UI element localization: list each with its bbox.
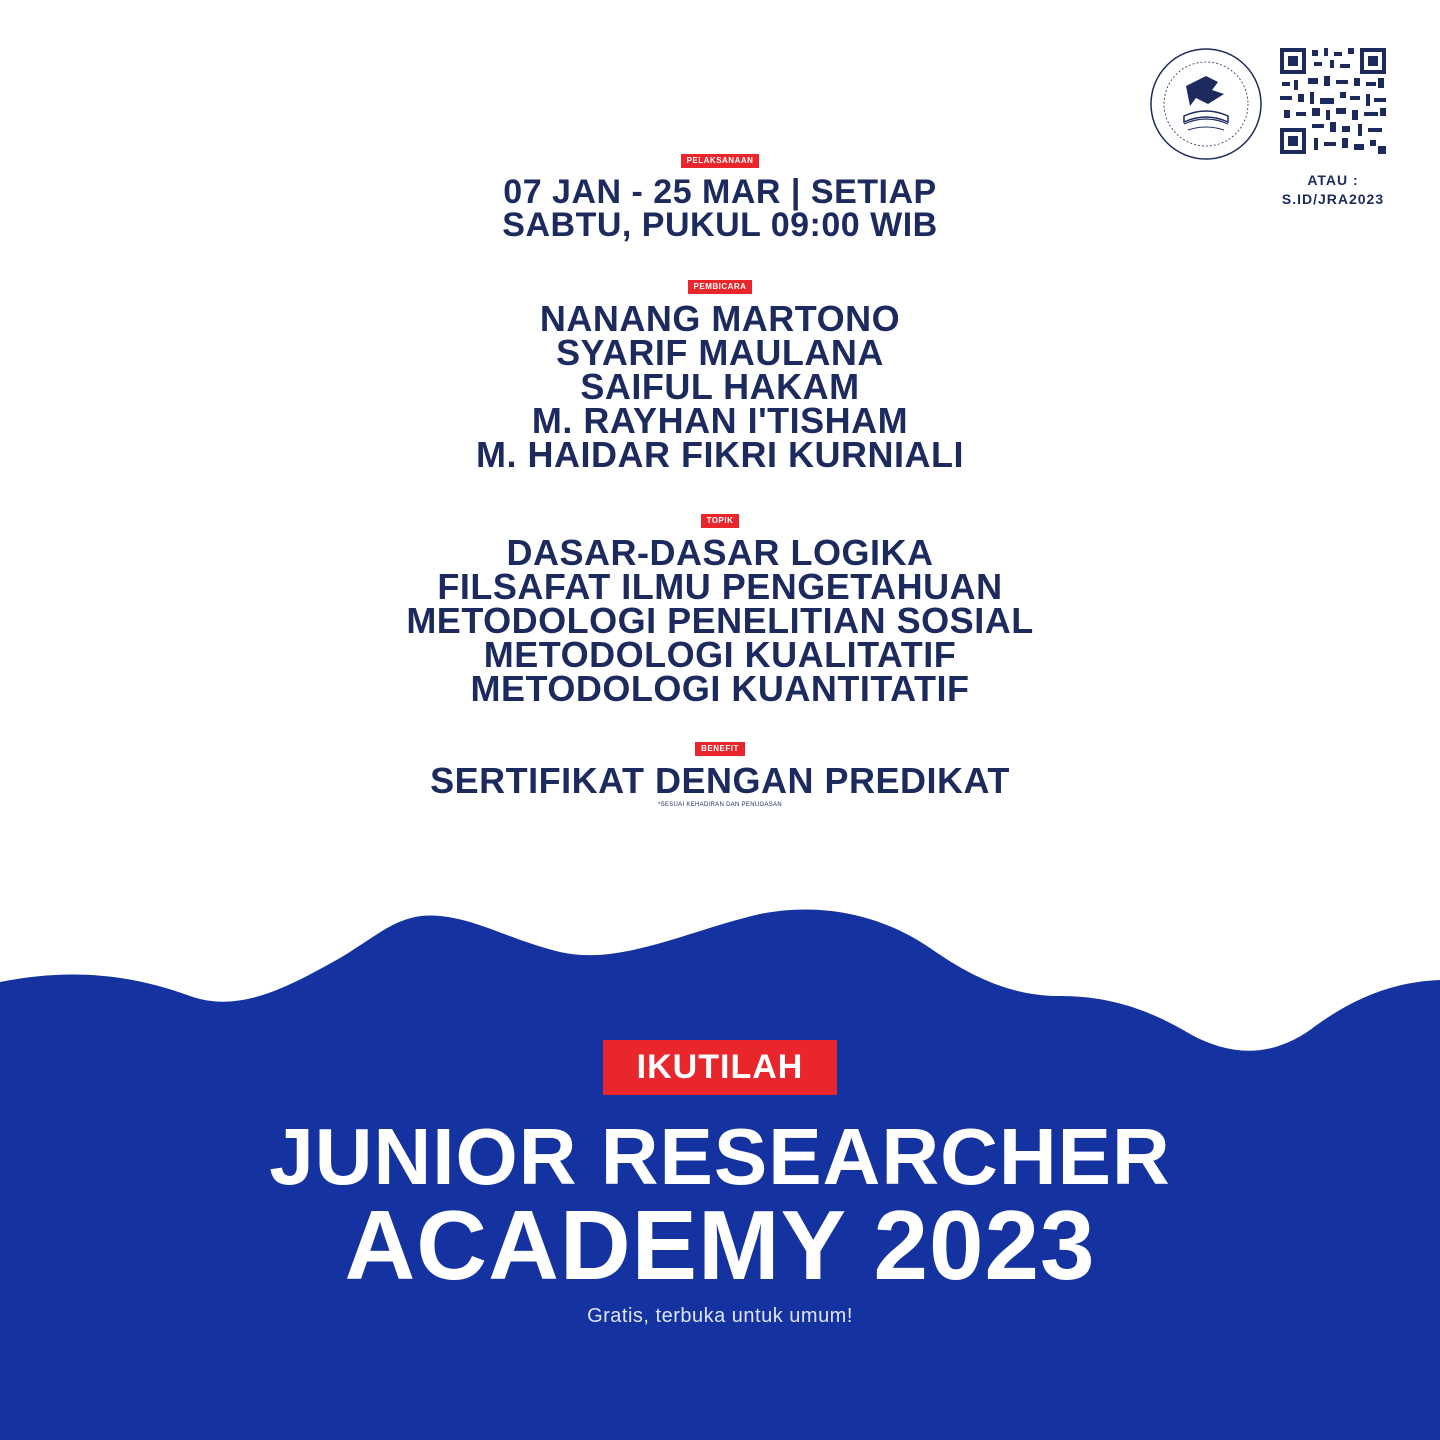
speaker-name: M. RAYHAN I'TISHAM <box>531 400 909 441</box>
speaker-name: SAIFUL HAKAM <box>580 366 860 407</box>
topic-item: DASAR-DASAR LOGIKA <box>506 532 934 573</box>
benefit-text: SERTIFIKAT DENGAN PREDIKAT <box>430 760 1010 801</box>
topic-item: FILSAFAT ILMU PENGETAHUAN <box>437 566 1003 607</box>
speaker-name: NANANG MARTONO <box>539 298 901 339</box>
event-title-line1: JUNIOR RESEARCHER <box>269 1112 1171 1201</box>
schedule-tag: PELAKSANAAN <box>680 154 760 168</box>
topic-item: METODOLOGI KUANTITATIF <box>470 668 970 709</box>
speakers-section: PEMBICARA NANANG MARTONO SYARIF MAULANA … <box>0 276 1440 475</box>
benefit-tag: BENEFIT <box>695 742 745 756</box>
topic-item: METODOLOGI PENELITIAN SOSIAL <box>406 600 1034 641</box>
qr-code-icon[interactable] <box>1278 46 1388 156</box>
schedule-section: PELAKSANAAN 07 JAN - 25 MAR | SETIAP SAB… <box>0 150 1440 242</box>
event-subtitle: Gratis, terbuka untuk umum! <box>587 1305 853 1327</box>
schedule-line: SABTU, PUKUL 09:00 WIB <box>502 206 938 244</box>
topics-section: TOPIK DASAR-DASAR LOGIKA FILSAFAT ILMU P… <box>0 510 1440 709</box>
topic-item: METODOLOGI KUALITATIF <box>483 634 957 675</box>
speaker-name: SYARIF MAULANA <box>556 332 884 373</box>
topics-tag: TOPIK <box>700 514 740 528</box>
cta-badge: IKUTILAH <box>603 1040 837 1095</box>
event-title-line2: ACADEMY 2023 <box>344 1190 1096 1300</box>
schedule-line: 07 JAN - 25 MAR | SETIAP <box>503 173 937 211</box>
speakers-tag: PEMBICARA <box>687 280 753 294</box>
benefit-section: BENEFIT SERTIFIKAT DENGAN PREDIKAT *SESU… <box>0 738 1440 808</box>
speaker-name: M. HAIDAR FIKRI KURNIALI <box>476 434 964 475</box>
eagle-emblem-icon <box>1150 48 1262 160</box>
benefit-note: *SESUAI KEHADIRAN DAN PENUGASAN <box>658 802 782 808</box>
